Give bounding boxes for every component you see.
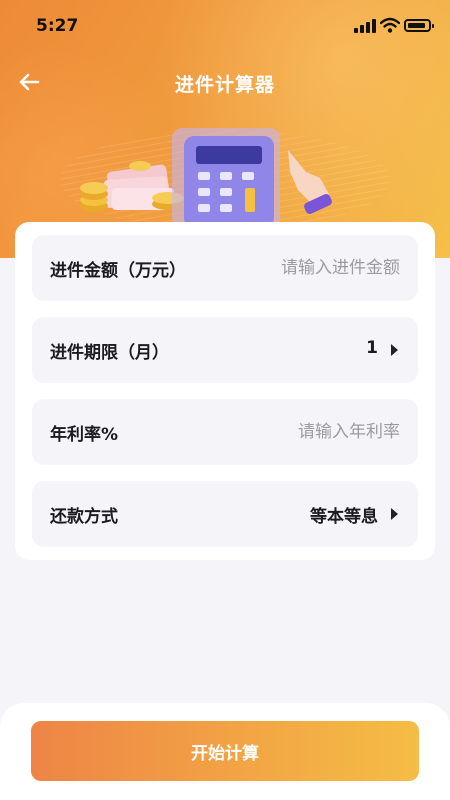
signal-icon — [354, 19, 376, 33]
term-label: 进件期限（月） — [50, 343, 169, 363]
pointing-hand-icon — [288, 150, 332, 215]
page-title: 进件计算器 — [174, 74, 275, 96]
rate-label: 年利率% — [50, 425, 119, 445]
status-time: 5:27 — [36, 16, 79, 36]
amount-row: 进件金额（万元） — [32, 235, 418, 301]
term-row[interactable]: 进件期限（月） 1 — [32, 317, 418, 383]
repayment-value: 等本等息 — [310, 507, 378, 527]
calculator-icon — [172, 128, 280, 228]
chevron-right-icon — [391, 508, 398, 520]
nav-bar: 进件计算器 — [0, 60, 450, 104]
status-bar: 5:27 — [0, 0, 450, 52]
battery-icon — [404, 19, 434, 32]
chevron-right-icon — [391, 344, 398, 356]
repayment-row[interactable]: 还款方式 等本等息 — [32, 481, 418, 547]
amount-label: 进件金额（万元） — [50, 261, 186, 281]
wifi-icon — [380, 17, 400, 33]
rate-input[interactable] — [220, 417, 400, 447]
rate-row: 年利率% — [32, 399, 418, 465]
term-value: 1 — [366, 338, 378, 358]
amount-input[interactable] — [220, 253, 400, 283]
calculator-form-card: 进件金额（万元） 进件期限（月） 1 年利率% 还款方式 等本等息 — [15, 222, 435, 560]
start-calculation-button[interactable]: 开始计算 — [31, 721, 419, 781]
repayment-label: 还款方式 — [50, 507, 118, 527]
